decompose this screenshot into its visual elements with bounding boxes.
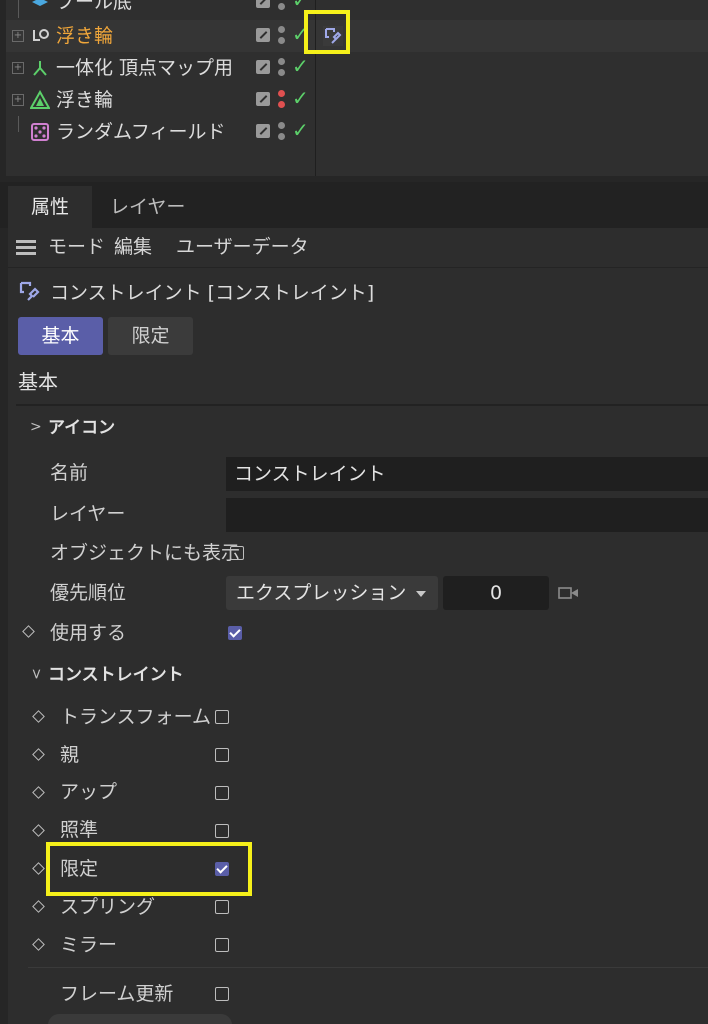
enabled-check-icon[interactable]: ✓	[292, 54, 309, 78]
section-divider	[16, 404, 708, 406]
panel-edge	[0, 228, 8, 1024]
constraint-tag-icon	[19, 281, 40, 301]
page-button-limit[interactable]: 限定	[108, 317, 193, 355]
priority-label: 優先順位	[50, 582, 127, 604]
attribute-menu-bar: モード 編集 ユーザーデータ	[8, 228, 708, 268]
object-row-connect-vertexmap[interactable]: + 一体化 頂点マップ用 ✓	[6, 52, 708, 84]
menu-userdata[interactable]: ユーザーデータ	[176, 234, 309, 260]
hamburger-menu-icon[interactable]	[16, 240, 36, 256]
object-row-random-field[interactable]: ランダムフィールド ✓	[6, 116, 708, 148]
menu-mode[interactable]: モード	[48, 234, 105, 260]
layer-label: レイヤー	[50, 503, 126, 525]
constraint-up-checkbox[interactable]	[215, 786, 229, 800]
constraint-transform-label: トランスフォーム	[60, 706, 212, 728]
highlight-frame-limit	[46, 842, 252, 896]
object-row-pool-bottom[interactable]: プール底 ✓	[6, 0, 708, 18]
page-button-basic[interactable]: 基本	[18, 317, 103, 355]
group-constraint[interactable]: コンストレイント	[48, 663, 184, 687]
enabled-check-icon[interactable]: ✓	[292, 118, 309, 142]
random-field-icon	[31, 123, 49, 141]
frame-update-label: フレーム更新	[60, 983, 174, 1005]
camera-dependent-icon[interactable]	[558, 584, 580, 602]
expand-icon[interactable]: +	[12, 62, 24, 74]
edit-icon[interactable]	[256, 0, 270, 8]
constraint-mirror-label: ミラー	[60, 934, 118, 956]
name-label: 名前	[50, 462, 89, 484]
object-title: コンストレイント [コンストレイント]	[50, 282, 375, 304]
name-input[interactable]: コンストレイント	[226, 457, 708, 491]
constraint-spring-label: スプリング	[60, 896, 156, 918]
enable-label: 使用する	[50, 622, 127, 644]
object-row-float-ring[interactable]: + 浮き輪 ✓	[6, 84, 708, 116]
constraint-aim-checkbox[interactable]	[215, 824, 229, 838]
object-name: ランダムフィールド	[56, 121, 226, 143]
section-title: 基本	[18, 370, 58, 394]
object-name: プール底	[56, 0, 133, 13]
visibility-dots[interactable]	[278, 26, 286, 46]
menu-edit[interactable]: 編集	[114, 234, 152, 260]
tab-layer[interactable]: レイヤー	[110, 186, 185, 228]
expand-icon[interactable]: +	[12, 94, 24, 106]
object-row-float-ring-selected[interactable]: + 浮き輪 ✓	[6, 20, 708, 52]
constraint-spring-checkbox[interactable]	[215, 900, 229, 914]
cut-off-button[interactable]	[48, 1014, 232, 1024]
edit-icon[interactable]	[256, 60, 270, 74]
chevron-down-icon[interactable]: >	[24, 668, 48, 680]
group-icon[interactable]: アイコン	[48, 416, 115, 440]
section-divider	[28, 967, 708, 968]
object-name: 浮き輪	[56, 25, 114, 47]
constraint-parent-label: 親	[60, 744, 80, 766]
enable-checkbox[interactable]	[228, 626, 242, 640]
edit-icon[interactable]	[256, 124, 270, 138]
visibility-dots[interactable]	[278, 90, 286, 110]
show-on-object-checkbox[interactable]	[230, 546, 244, 560]
priority-mode-select[interactable]: エクスプレッション	[226, 576, 438, 610]
tree-line	[18, 116, 19, 132]
layer-plane-icon	[32, 0, 48, 6]
tab-bar: 属性 レイヤー	[0, 182, 708, 228]
visibility-dots[interactable]	[278, 0, 286, 12]
constraint-transform-checkbox[interactable]	[215, 710, 229, 724]
connect-object-icon	[33, 61, 47, 76]
enabled-check-icon[interactable]: ✓	[292, 86, 309, 110]
null-object-icon	[33, 29, 49, 41]
tab-attributes[interactable]: 属性	[8, 186, 92, 228]
priority-value-input[interactable]: 0	[443, 576, 549, 610]
layer-field[interactable]	[226, 498, 708, 532]
polygon-object-icon	[30, 90, 50, 109]
object-name: 浮き輪	[56, 89, 114, 111]
constraint-up-label: アップ	[60, 781, 118, 803]
constraint-parent-checkbox[interactable]	[215, 748, 229, 762]
edit-icon[interactable]	[256, 28, 270, 42]
visibility-dots[interactable]	[278, 58, 286, 78]
tree-line	[18, 0, 19, 18]
dropdown-arrow-icon[interactable]	[416, 591, 426, 597]
chevron-right-icon[interactable]: >	[30, 415, 42, 439]
constraint-aim-label: 照準	[60, 819, 99, 841]
highlight-frame-tag	[304, 10, 350, 54]
constraint-mirror-checkbox[interactable]	[215, 938, 229, 952]
frame-update-checkbox[interactable]	[215, 987, 229, 1001]
object-name: 一体化 頂点マップ用	[56, 57, 234, 79]
visibility-dots[interactable]	[278, 122, 286, 142]
expand-icon[interactable]: +	[12, 30, 24, 42]
edit-icon[interactable]	[256, 92, 270, 106]
show-on-object-label: オブジェクトにも表示	[50, 542, 241, 564]
